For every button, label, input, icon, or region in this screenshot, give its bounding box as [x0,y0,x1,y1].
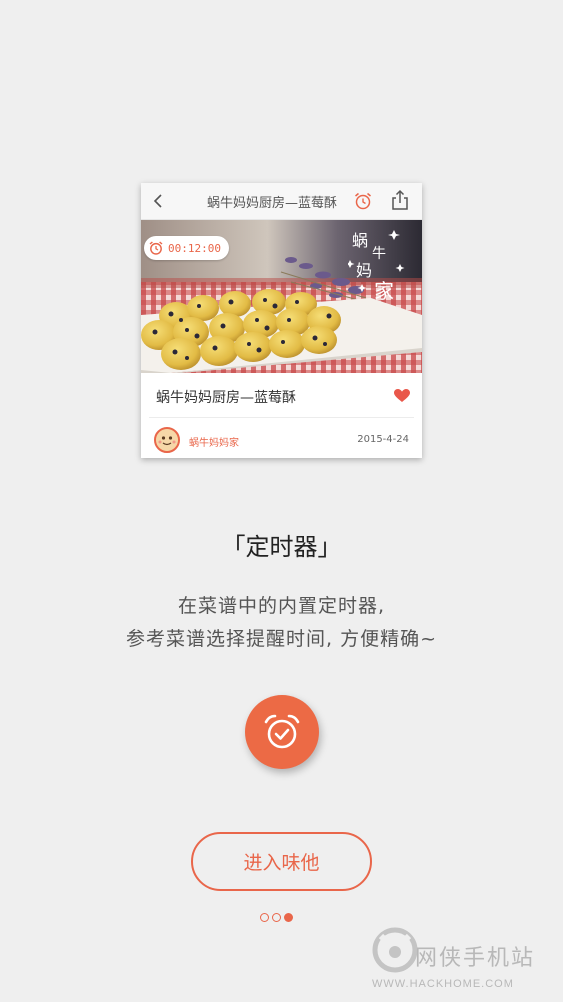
alarm-check-icon [264,714,300,749]
recipe-preview-card: 蜗牛妈妈厨房—蓝莓酥 00:12:00 蜗 牛 妈 家 蜗牛妈妈厨房—蓝莓酥 蜗… [141,183,422,458]
alarm-feature-badge [245,695,319,769]
timer-countdown: 00:12:00 [168,241,221,255]
watermark-char-1: 蜗 [352,231,368,250]
watermark-char-4: 家 [374,279,394,303]
enter-app-button[interactable]: 进入味他 [191,832,372,891]
card-divider [149,417,414,418]
card-header-title: 蜗牛妈妈厨房—蓝莓酥 [206,196,337,211]
page-dot-1[interactable] [260,913,269,922]
post-date: 2015-4-24 [357,434,409,445]
feature-desc-line-2: 参考菜谱选择提醒时间, 方便精确~ [126,628,437,650]
watermark-char-2: 牛 [372,246,386,262]
snail-avatar-icon [156,429,178,451]
card-header: 蜗牛妈妈厨房—蓝莓酥 [141,183,422,220]
page-dot-2[interactable] [272,913,281,922]
author-name[interactable]: 蜗牛妈妈家 [189,434,239,449]
recipe-title[interactable]: 蜗牛妈妈厨房—蓝莓酥 [156,387,296,407]
feature-description: 在菜谱中的内置定时器, 参考菜谱选择提醒时间, 方便精确~ [0,590,563,656]
brand-watermark: 蜗 牛 妈 家 [348,230,405,303]
share-icon[interactable] [390,189,410,211]
site-url: WWW.HACKHOME.COM [372,978,514,990]
recipe-photo: 00:12:00 蜗 牛 妈 家 [141,220,422,373]
alarm-clock-icon[interactable] [353,191,373,211]
feature-title: 「定时器」 [221,533,342,561]
back-arrow-icon[interactable] [151,192,167,210]
site-name: 网侠手机站 [415,946,536,971]
alarm-clock-icon [149,241,163,255]
watermark-char-3: 妈 [356,261,372,280]
avatar[interactable] [154,427,180,453]
heart-icon[interactable] [394,389,410,403]
page-dot-3-active[interactable] [284,913,293,922]
feature-desc-line-1: 在菜谱中的内置定时器, [177,595,386,617]
timer-badge[interactable]: 00:12:00 [144,236,229,260]
page-indicator [260,913,293,922]
